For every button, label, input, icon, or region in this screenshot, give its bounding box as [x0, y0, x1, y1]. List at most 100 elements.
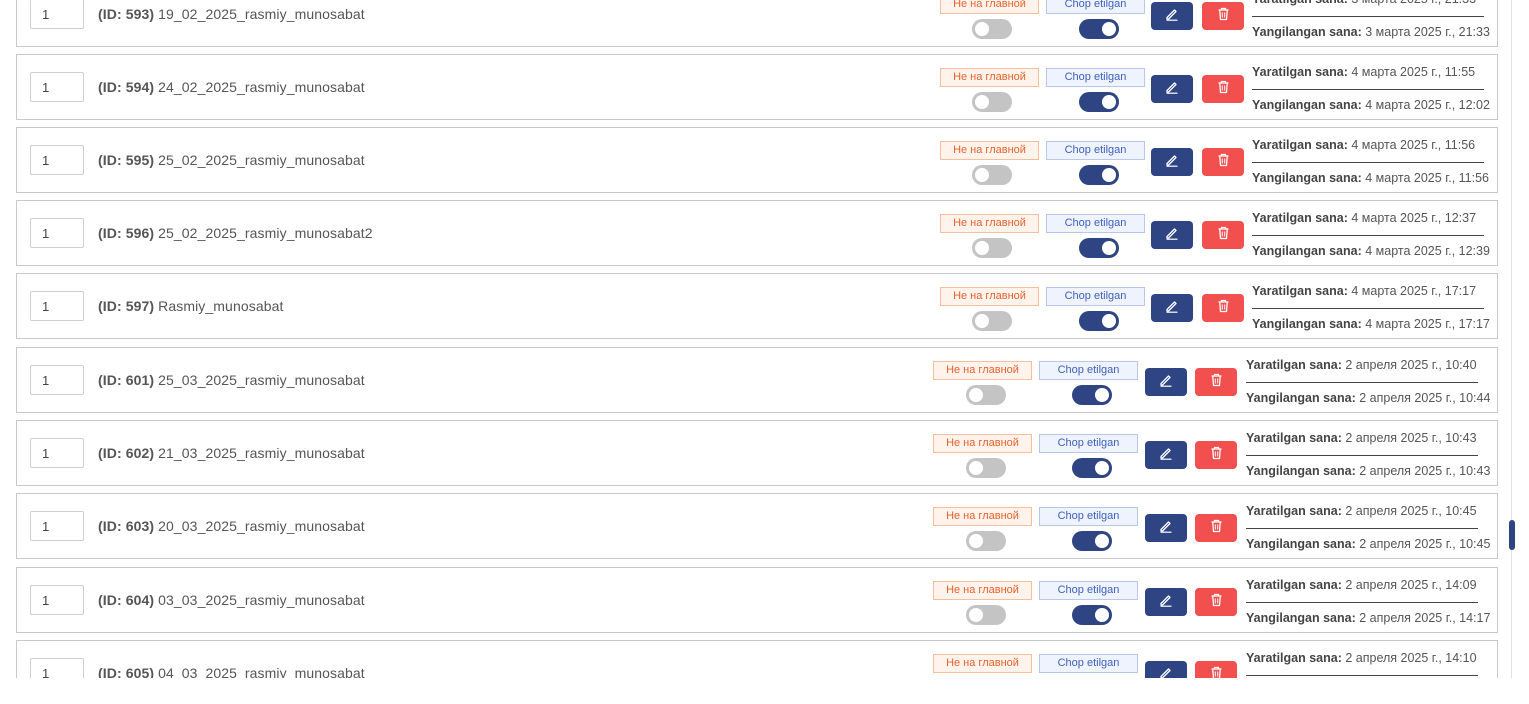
divider [1246, 455, 1478, 456]
printed-toggle[interactable] [1079, 311, 1119, 331]
position-input[interactable] [30, 0, 84, 29]
created-date: Yaratilgan sana: 4 марта 2025 г., 11:55 [1252, 65, 1475, 79]
printed-toggle[interactable] [1079, 92, 1119, 112]
printed-toggle[interactable] [1079, 165, 1119, 185]
edit-button[interactable] [1151, 2, 1193, 30]
created-label: Yaratilgan sana: [1252, 211, 1348, 225]
edit-button[interactable] [1145, 588, 1187, 616]
main-page-toggle[interactable] [972, 19, 1012, 39]
edit-button[interactable] [1151, 148, 1193, 176]
edit-button[interactable] [1151, 75, 1193, 103]
position-input[interactable] [30, 585, 84, 615]
main-page-toggle[interactable] [966, 458, 1006, 478]
document-name: Rasmiy_munosabat [158, 298, 284, 314]
divider [1246, 528, 1478, 529]
created-date: Yaratilgan sana: 4 марта 2025 г., 17:17 [1252, 284, 1476, 298]
divider [1246, 382, 1478, 383]
toggle-knob [969, 461, 983, 475]
main-page-toggle[interactable] [972, 92, 1012, 112]
print-status-badge: Chop etilgan [1039, 654, 1138, 673]
table-row: (ID: 604) 03_03_2025_rasmiy_munosabat Не… [16, 567, 1498, 633]
updated-date: Yangilangan sana: 3 марта 2025 г., 21:33 [1252, 25, 1490, 39]
delete-button[interactable] [1195, 514, 1237, 542]
delete-button[interactable] [1195, 661, 1237, 678]
printed-toggle[interactable] [1079, 238, 1119, 258]
created-date: Yaratilgan sana: 4 марта 2025 г., 11:56 [1252, 138, 1475, 152]
table-row: (ID: 595) 25_02_2025_rasmiy_munosabat Не… [16, 127, 1498, 193]
position-input[interactable] [30, 291, 84, 321]
delete-button[interactable] [1195, 368, 1237, 396]
updated-date: Yangilangan sana: 4 марта 2025 г., 12:02 [1252, 98, 1490, 112]
position-input[interactable] [30, 145, 84, 175]
trash-icon [1217, 299, 1230, 318]
created-value: 4 марта 2025 г., 11:56 [1351, 138, 1476, 152]
delete-button[interactable] [1202, 2, 1244, 30]
dates-block: Yaratilgan sana: 4 марта 2025 г., 17:17 … [1252, 274, 1490, 338]
main-page-toggle[interactable] [966, 385, 1006, 405]
scrollbar-track[interactable] [1511, 0, 1512, 678]
position-input[interactable] [30, 365, 84, 395]
document-name: 25_02_2025_rasmiy_munosabat2 [158, 225, 373, 241]
pencil-icon [1165, 299, 1179, 318]
created-value: 2 апреля 2025 г., 10:45 [1345, 504, 1477, 518]
document-id: (ID: 596) [98, 225, 155, 241]
toggle-knob [1102, 168, 1116, 182]
position-input[interactable] [30, 218, 84, 248]
dates-block: Yaratilgan sana: 2 апреля 2025 г., 10:40… [1246, 348, 1490, 412]
trash-icon [1210, 373, 1223, 392]
created-value: 4 марта 2025 г., 17:17 [1351, 284, 1477, 298]
toggle-knob [975, 168, 989, 182]
trash-icon [1210, 446, 1223, 465]
main-status-badge: Не на главной [933, 507, 1032, 526]
created-value: 2 апреля 2025 г., 10:40 [1345, 358, 1477, 372]
table-row: (ID: 594) 24_02_2025_rasmiy_munosabat Не… [16, 54, 1498, 120]
main-page-toggle[interactable] [972, 311, 1012, 331]
position-input[interactable] [30, 72, 84, 102]
position-input[interactable] [30, 658, 84, 678]
divider [1252, 308, 1484, 309]
table-row: (ID: 605) 04_03_2025_rasmiy_munosabat Не… [16, 640, 1498, 678]
created-date: Yaratilgan sana: 3 марта 2025 г., 21:33 [1252, 0, 1476, 6]
main-page-toggle[interactable] [966, 531, 1006, 551]
position-input[interactable] [30, 438, 84, 468]
main-page-toggle[interactable] [972, 238, 1012, 258]
edit-button[interactable] [1145, 661, 1187, 678]
position-input[interactable] [30, 511, 84, 541]
document-id: (ID: 601) [98, 372, 155, 388]
document-id: (ID: 603) [98, 518, 155, 534]
main-status-badge: Не на главной [940, 214, 1039, 233]
created-value: 2 апреля 2025 г., 14:09 [1345, 578, 1477, 592]
document-title: (ID: 594) 24_02_2025_rasmiy_munosabat [98, 79, 365, 95]
printed-toggle[interactable] [1072, 531, 1112, 551]
pencil-icon [1165, 153, 1179, 172]
printed-toggle[interactable] [1079, 19, 1119, 39]
delete-button[interactable] [1202, 294, 1244, 322]
main-status-badge: Не на главной [933, 361, 1032, 380]
pencil-icon [1159, 519, 1173, 538]
created-date: Yaratilgan sana: 2 апреля 2025 г., 10:45 [1246, 504, 1477, 518]
edit-button[interactable] [1145, 514, 1187, 542]
toggle-knob [975, 314, 989, 328]
delete-button[interactable] [1195, 441, 1237, 469]
edit-button[interactable] [1145, 368, 1187, 396]
delete-button[interactable] [1195, 588, 1237, 616]
updated-date: Yangilangan sana: 2 апреля 2025 г., 10:4… [1246, 537, 1490, 551]
pencil-icon [1165, 7, 1179, 26]
scrollbar-thumb[interactable] [1509, 520, 1515, 550]
delete-button[interactable] [1202, 148, 1244, 176]
edit-button[interactable] [1151, 294, 1193, 322]
printed-toggle[interactable] [1072, 605, 1112, 625]
printed-toggle[interactable] [1072, 385, 1112, 405]
delete-button[interactable] [1202, 221, 1244, 249]
edit-button[interactable] [1151, 221, 1193, 249]
edit-button[interactable] [1145, 441, 1187, 469]
delete-button[interactable] [1202, 75, 1244, 103]
main-page-toggle[interactable] [972, 165, 1012, 185]
toggle-knob [975, 22, 989, 36]
main-page-toggle[interactable] [966, 605, 1006, 625]
updated-label: Yangilangan sana: [1246, 464, 1356, 478]
printed-toggle[interactable] [1072, 458, 1112, 478]
dates-block: Yaratilgan sana: 3 марта 2025 г., 21:33 … [1252, 0, 1490, 46]
toggle-knob [975, 95, 989, 109]
created-label: Yaratilgan sana: [1246, 578, 1342, 592]
